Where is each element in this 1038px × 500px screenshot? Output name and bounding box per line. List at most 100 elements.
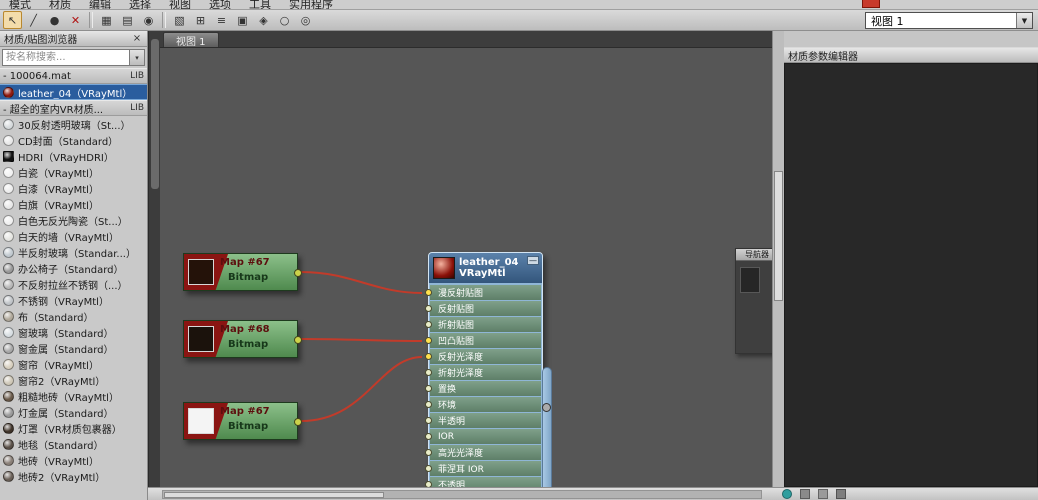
toolbar-separator[interactable] bbox=[162, 12, 166, 28]
layout-all-button[interactable]: ⊞ bbox=[191, 11, 210, 29]
browser-row[interactable]: 灯金属（Standard） bbox=[0, 404, 147, 420]
browser-row[interactable]: 窗帘（VRayMtl） bbox=[0, 356, 147, 372]
input-socket[interactable] bbox=[425, 289, 432, 296]
browser-row[interactable]: 办公椅子（Standard） bbox=[0, 260, 147, 276]
params-header[interactable]: 材质参数编辑器 bbox=[784, 47, 1038, 63]
input-socket[interactable] bbox=[425, 433, 432, 440]
search-input[interactable] bbox=[2, 49, 130, 66]
input-socket[interactable] bbox=[425, 417, 432, 424]
status-lock-icon[interactable] bbox=[800, 489, 810, 499]
browser-row[interactable]: 粗糙地砖（VRayMtl） bbox=[0, 388, 147, 404]
output-socket[interactable] bbox=[294, 418, 302, 426]
nodeview-vscroll-thumb[interactable] bbox=[774, 171, 783, 301]
browser-row[interactable]: 白旗（VRayMtl） bbox=[0, 196, 147, 212]
input-socket[interactable] bbox=[425, 465, 432, 472]
material-slot[interactable]: 高光光泽度 bbox=[430, 445, 541, 460]
collapse-icon[interactable]: — bbox=[527, 256, 539, 265]
input-socket[interactable] bbox=[425, 449, 432, 456]
material-slot[interactable]: 反射贴图 bbox=[430, 301, 541, 316]
tab-view1[interactable]: 视图 1 bbox=[163, 32, 219, 47]
horizontal-scrollbar[interactable] bbox=[162, 490, 762, 499]
browser-row[interactable]: 白天的墙（VRayMtl） bbox=[0, 228, 147, 244]
input-socket[interactable] bbox=[425, 385, 432, 392]
browser-row[interactable]: 地砖（VRayMtl） bbox=[0, 452, 147, 468]
show-shaded-material-button[interactable]: ◉ bbox=[139, 11, 158, 29]
delete-selected-button[interactable]: ✕ bbox=[66, 11, 85, 29]
material-slot[interactable]: 半透明 bbox=[430, 413, 541, 428]
browser-row[interactable]: leather_04（VRayMtl） bbox=[0, 84, 147, 100]
input-socket[interactable] bbox=[425, 337, 432, 344]
menu-item[interactable]: 编辑 bbox=[80, 0, 120, 10]
input-socket[interactable] bbox=[425, 401, 432, 408]
material-slot[interactable]: 反射光泽度 bbox=[430, 349, 541, 364]
browser-row[interactable]: - 超全的室内VR材质... LIB bbox=[0, 100, 147, 116]
zoom-extents-button[interactable]: ◎ bbox=[296, 11, 315, 29]
status-snap-icon[interactable] bbox=[836, 489, 846, 499]
material-slot[interactable]: 凹凸贴图 bbox=[430, 333, 541, 348]
browser-row[interactable]: 地砖2（VRayMtl） bbox=[0, 468, 147, 484]
browser-row[interactable]: 窗帘2（VRayMtl） bbox=[0, 372, 147, 388]
input-socket[interactable] bbox=[425, 353, 432, 360]
material-slot[interactable]: 菲涅耳 IOR bbox=[430, 461, 541, 476]
nodeview-vertical-scrollbar[interactable] bbox=[772, 31, 784, 487]
menu-item[interactable]: 材质 bbox=[40, 0, 80, 10]
browser-row[interactable]: 白漆（VRayMtl） bbox=[0, 180, 147, 196]
status-grid-icon[interactable] bbox=[818, 489, 828, 499]
browser-row[interactable]: 不锈钢（VRayMtl） bbox=[0, 292, 147, 308]
browser-row[interactable]: CD封面（Standard） bbox=[0, 132, 147, 148]
menu-item[interactable]: 实用程序 bbox=[280, 0, 342, 10]
material-slot[interactable]: 漫反射贴图 bbox=[430, 285, 541, 300]
node-canvas[interactable]: Map #67 Bitmap Map #68 Bitmap bbox=[160, 48, 772, 487]
browser-header[interactable]: 材质/贴图浏览器 × bbox=[0, 31, 147, 47]
menu-item[interactable]: 工具 bbox=[240, 0, 280, 10]
menu-item[interactable]: 模式 bbox=[0, 0, 40, 10]
browser-row[interactable]: 不反射拉丝不锈钢（...） bbox=[0, 276, 147, 292]
select-by-material-button[interactable]: ○ bbox=[275, 11, 294, 29]
parameter-editor-toggle-button[interactable]: ◈ bbox=[254, 11, 273, 29]
show-background-button[interactable]: ▧ bbox=[170, 11, 189, 29]
bitmap-node[interactable]: Map #67 Bitmap bbox=[183, 402, 298, 440]
material-slot[interactable]: 置换 bbox=[430, 381, 541, 396]
browser-scrollbar-thumb[interactable] bbox=[151, 39, 159, 189]
browser-row[interactable]: - 100064.mat LIB bbox=[0, 68, 147, 84]
bitmap-node[interactable]: Map #68 Bitmap bbox=[183, 320, 298, 358]
navigator-body[interactable] bbox=[736, 261, 772, 353]
output-socket[interactable] bbox=[294, 269, 302, 277]
input-socket[interactable] bbox=[425, 321, 432, 328]
browser-row[interactable]: 窗玻璃（Standard） bbox=[0, 324, 147, 340]
material-slot[interactable]: 折射贴图 bbox=[430, 317, 541, 332]
move-children-button[interactable]: ▦ bbox=[97, 11, 116, 29]
input-socket[interactable] bbox=[425, 305, 432, 312]
material-slot[interactable]: IOR bbox=[430, 429, 541, 444]
assign-material-button[interactable]: ● bbox=[45, 11, 64, 29]
material-node[interactable]: leather_04 VRayMtl — 漫反射贴图 反射贴 bbox=[428, 252, 543, 487]
browser-row[interactable]: HDRI（VRayHDRI） bbox=[0, 148, 147, 164]
input-socket[interactable] bbox=[425, 369, 432, 376]
browser-row[interactable]: 白色无反光陶瓷（St...） bbox=[0, 212, 147, 228]
pick-material-button[interactable]: ╱ bbox=[24, 11, 43, 29]
menu-item[interactable]: 视图 bbox=[160, 0, 200, 10]
browser-row[interactable]: 灯罩（VR材质包裹器） bbox=[0, 420, 147, 436]
output-socket[interactable] bbox=[294, 336, 302, 344]
status-help-icon[interactable] bbox=[782, 489, 792, 499]
material-slot[interactable]: 环境 bbox=[430, 397, 541, 412]
material-node-header[interactable]: leather_04 VRayMtl — bbox=[429, 253, 542, 283]
active-view-combobox[interactable]: 视图 1 ▼ bbox=[865, 12, 1033, 29]
material-browser-toggle-button[interactable]: ▣ bbox=[233, 11, 252, 29]
navigator-panel[interactable]: 导航器 bbox=[735, 248, 772, 354]
material-output-socket[interactable] bbox=[542, 403, 551, 412]
menu-item[interactable]: 选择 bbox=[120, 0, 160, 10]
material-node-scrollbar[interactable] bbox=[542, 367, 552, 487]
browser-row[interactable]: 半反射玻璃（Standar...） bbox=[0, 244, 147, 260]
chevron-down-icon[interactable]: ▼ bbox=[1016, 13, 1032, 28]
browser-row[interactable]: 白瓷（VRayMtl） bbox=[0, 164, 147, 180]
layout-children-button[interactable]: ≡ bbox=[212, 11, 231, 29]
select-tool-button[interactable]: ↖ bbox=[3, 11, 22, 29]
close-icon[interactable]: × bbox=[131, 33, 143, 45]
browser-scrollbar[interactable] bbox=[148, 31, 160, 500]
browser-row[interactable]: 窗金属（Standard） bbox=[0, 340, 147, 356]
hide-unused-nodeslots-button[interactable]: ▤ bbox=[118, 11, 137, 29]
search-options-button[interactable]: ▾ bbox=[130, 49, 145, 66]
material-slot[interactable]: 不透明 bbox=[430, 477, 541, 487]
toolbar-separator[interactable] bbox=[89, 12, 93, 28]
